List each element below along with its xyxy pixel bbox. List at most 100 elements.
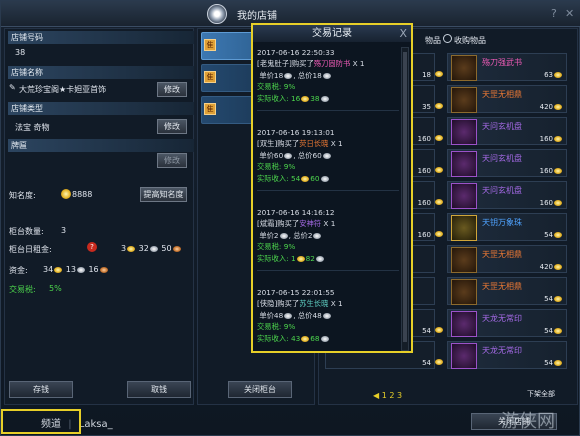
item-name: 天龙无常印 xyxy=(482,314,522,323)
item-slot[interactable]: 天罡无相鼎 420 xyxy=(447,245,567,273)
transaction-income: 实际收入: 54 60 xyxy=(257,173,399,184)
transaction-desc: [双生]购买了荧日长晓 X 1 xyxy=(257,139,343,149)
item-name: 天问玄机盘 xyxy=(482,154,522,163)
transaction-price: 单价60, 总价60 xyxy=(257,150,399,161)
page-3[interactable]: 3 xyxy=(397,391,402,400)
modify-type-button[interactable]: 修改 xyxy=(157,119,187,134)
counter-count-value: 3 xyxy=(61,226,67,235)
deposit-button[interactable]: 存钱 xyxy=(9,381,73,398)
scroll-thumb[interactable] xyxy=(403,52,407,342)
transaction-list: 2017-06-16 22:50:33 [老鬼肚子]购买了殇刀固防书 X 1 单价… xyxy=(257,47,399,351)
shop-info-panel: 店铺号码 38 店铺名称 ✎ 大荒珍宝阁★卡妲亚首饰 修改 店铺类型 法宝 奇物… xyxy=(4,28,194,405)
item-slot[interactable]: 天问玄机盘 160 xyxy=(447,149,567,177)
item-name: 殇刀强武书 xyxy=(482,58,522,67)
close-counter-button[interactable]: 关闭柜台 xyxy=(228,381,292,398)
transaction-divider xyxy=(257,110,399,111)
item-slot[interactable]: 殇刀强武书 63 xyxy=(447,53,567,81)
item-price: 54 xyxy=(544,359,563,367)
gold-coin-icon xyxy=(435,199,443,205)
item-icon xyxy=(451,151,477,177)
item-icon xyxy=(451,311,477,337)
pagination: ◀ 1 2 3 xyxy=(373,391,402,400)
counter-count-label: 柜台数量: xyxy=(9,227,44,236)
item-icon xyxy=(451,215,477,241)
item-price: 160 xyxy=(540,167,563,175)
silver-coin-icon xyxy=(149,245,158,252)
funds-label: 资金: xyxy=(9,266,28,275)
counter-tab-icon: 隹 xyxy=(204,71,216,83)
item-price: 54 xyxy=(544,231,563,239)
item-slot[interactable]: 天龙无常印 54 xyxy=(447,341,567,369)
transaction-tax: 交易税: 9% xyxy=(257,242,296,252)
transaction-log-popup: 交易记录 X 2017-06-16 22:50:33 [老鬼肚子]购买了殇刀固防书… xyxy=(251,23,413,353)
transaction-price: 单价48, 总价48 xyxy=(257,310,399,321)
item-slot[interactable]: 天罡无相鼎 54 xyxy=(447,277,567,305)
item-name: 天罡无相鼎 xyxy=(482,250,522,259)
acquire-radio[interactable] xyxy=(443,34,452,43)
shop-name-header: 店铺名称 xyxy=(8,66,194,79)
transaction-title: 交易记录 xyxy=(253,25,411,42)
item-slot[interactable]: 天问玄机盘 160 xyxy=(447,117,567,145)
footer-highlight xyxy=(1,409,81,434)
item-name: 天龙无常印 xyxy=(482,346,522,355)
shop-type-value: 法宝 奇物 xyxy=(15,123,50,132)
gold-coin-icon xyxy=(435,103,443,109)
item-slot[interactable]: 天龙无常印 54 xyxy=(447,309,567,337)
item-icon xyxy=(451,183,477,209)
gold-coin-icon xyxy=(554,104,562,110)
improve-reputation-button[interactable]: 提高知名度 xyxy=(140,187,187,202)
shop-name-value: 大荒珍宝阁★卡妲亚首饰 xyxy=(19,85,107,94)
daily-rent-label: 柜台日租金: xyxy=(9,245,52,254)
transaction-tax: 交易税: 9% xyxy=(257,82,296,92)
item-name: 天罡无相鼎 xyxy=(482,282,522,291)
transaction-income: 实际收入: 1 82 xyxy=(257,253,399,264)
shop-emblem-icon xyxy=(207,4,227,24)
silver-coin-icon xyxy=(76,266,85,273)
item-slot[interactable]: 天钥万象珠 54 xyxy=(447,213,567,241)
sold-slot-price: 160 xyxy=(417,135,431,143)
transaction-entry: 2017-06-16 22:50:33 [老鬼肚子]购买了殇刀固防书 X 1 单价… xyxy=(257,47,399,111)
transaction-tax: 交易税: 9% xyxy=(257,322,296,332)
transaction-scrollbar[interactable] xyxy=(401,47,409,351)
transaction-price: 单价18, 总价18 xyxy=(257,70,399,81)
gold-coin-icon xyxy=(554,72,562,78)
warning-icon: ? xyxy=(87,242,97,252)
player-name: Laksa_ xyxy=(78,419,113,430)
unlist-all-link[interactable]: 下架全部 xyxy=(527,389,555,399)
item-name: 天钥万象珠 xyxy=(482,218,522,227)
item-slot[interactable]: 天问玄机盘 160 xyxy=(447,181,567,209)
tax-value: 5% xyxy=(49,284,62,293)
modify-plaque-button[interactable]: 修改 xyxy=(157,153,187,168)
transaction-entry: 2017-06-16 19:13:01 [双生]购买了荧日长晓 X 1 单价60,… xyxy=(257,127,399,191)
gold-coin-icon xyxy=(435,327,443,333)
transaction-time: 2017-06-16 22:50:33 xyxy=(257,48,335,57)
withdraw-button[interactable]: 取钱 xyxy=(127,381,191,398)
sold-slot-price: 160 xyxy=(417,199,431,207)
item-slot[interactable]: 天罡无相鼎 420 xyxy=(447,85,567,113)
item-icon xyxy=(451,343,477,369)
counter-tab-icon: 隹 xyxy=(204,103,216,115)
item-name: 天问玄机盘 xyxy=(482,122,522,131)
reputation-coin-icon xyxy=(60,189,72,199)
close-transaction-icon[interactable]: X xyxy=(399,27,407,40)
gold-coin-icon xyxy=(54,266,63,273)
pen-icon: ✎ xyxy=(9,83,16,92)
gold-coin-icon xyxy=(554,232,562,238)
sold-slot-price: 35 xyxy=(422,103,431,111)
plaque-header: 牌匾 xyxy=(8,139,194,152)
help-icon[interactable]: ? xyxy=(551,7,557,20)
sold-slot-price: 160 xyxy=(417,167,431,175)
page-1[interactable]: 1 xyxy=(382,391,387,400)
page-2[interactable]: 2 xyxy=(389,391,394,400)
reputation-value: 8888 xyxy=(72,190,93,199)
gold-coin-icon xyxy=(435,135,443,141)
gold-coin-icon xyxy=(554,200,562,206)
funds-value: 34 13 16 xyxy=(43,265,109,274)
item-price: 54 xyxy=(544,295,563,303)
close-icon[interactable]: ✕ xyxy=(565,7,574,20)
item-price: 420 xyxy=(540,103,563,111)
page-prev-icon[interactable]: ◀ xyxy=(373,391,379,400)
transaction-price: 单价2, 总价2 xyxy=(257,230,399,241)
modify-name-button[interactable]: 修改 xyxy=(157,82,187,97)
shop-number-value: 38 xyxy=(15,48,26,57)
